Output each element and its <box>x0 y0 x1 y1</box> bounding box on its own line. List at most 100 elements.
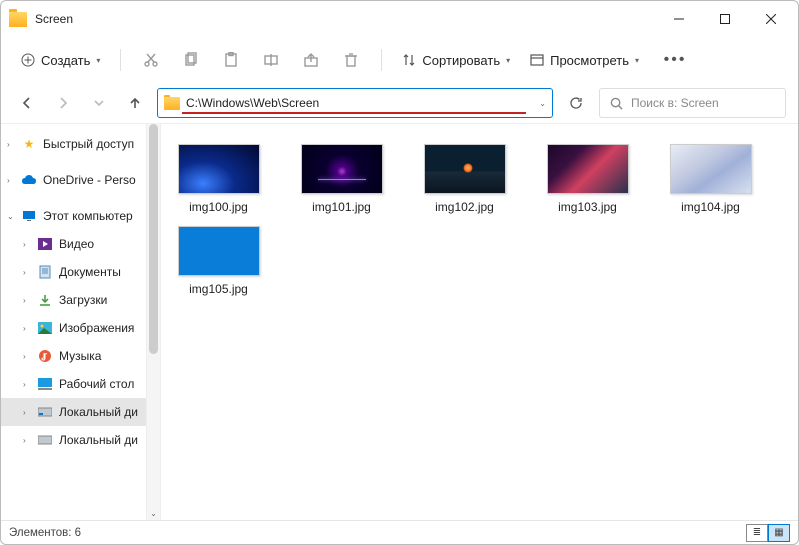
sidebar-item-quick-access[interactable]: ›★Быстрый доступ <box>1 130 160 158</box>
sidebar-item-onedrive[interactable]: ›OneDrive - Perso <box>1 166 160 194</box>
sidebar-item-label: Музыка <box>59 349 101 363</box>
share-button[interactable] <box>293 44 329 76</box>
window-title: Screen <box>35 12 73 26</box>
item-count: Элементов: 6 <box>9 527 81 539</box>
delete-button[interactable] <box>333 44 369 76</box>
file-item[interactable]: img102.jpg <box>417 144 512 214</box>
folder-icon <box>9 12 27 27</box>
file-name: img103.jpg <box>558 200 617 214</box>
window-controls <box>656 3 794 35</box>
sidebar-item-this-pc[interactable]: ⌄Этот компьютер <box>1 202 160 230</box>
sidebar-item-label: Документы <box>59 265 121 279</box>
file-item[interactable]: img105.jpg <box>171 226 266 296</box>
sidebar-item-label: OneDrive - Perso <box>43 173 136 187</box>
create-button[interactable]: Создать ▾ <box>13 49 108 72</box>
scrollbar-down[interactable]: ⌄ <box>147 506 160 520</box>
sidebar-item-documents[interactable]: ›Документы <box>1 258 160 286</box>
chevron-right-icon: › <box>23 240 33 249</box>
drive-icon <box>37 404 53 420</box>
chevron-right-icon: › <box>23 436 33 445</box>
sidebar-item-music[interactable]: ›Музыка <box>1 342 160 370</box>
view-icon <box>530 53 544 67</box>
folder-icon <box>164 97 180 110</box>
desktop-icon <box>37 376 53 392</box>
recent-button[interactable] <box>85 89 113 117</box>
navigation-pane: ›★Быстрый доступ ›OneDrive - Perso ⌄Этот… <box>1 124 161 520</box>
refresh-button[interactable] <box>561 88 591 118</box>
chevron-down-icon: ▾ <box>506 56 510 65</box>
download-icon <box>37 292 53 308</box>
chevron-down-icon[interactable]: ⌄ <box>539 99 546 108</box>
sidebar-item-label: Этот компьютер <box>43 209 133 223</box>
pc-icon <box>21 208 37 224</box>
minimize-button[interactable] <box>656 3 702 35</box>
address-input[interactable]: C:\Windows\Web\Screen ⌄ <box>157 88 553 118</box>
drive-icon <box>37 432 53 448</box>
sort-icon <box>402 53 416 67</box>
sidebar-scrollbar[interactable]: ⌄ <box>146 124 160 520</box>
details-view-button[interactable]: ≣ <box>746 524 768 542</box>
copy-button[interactable] <box>173 44 209 76</box>
file-thumbnail <box>301 144 383 194</box>
sidebar-item-label: Загрузки <box>59 293 107 307</box>
rename-button[interactable] <box>253 44 289 76</box>
main-area: ›★Быстрый доступ ›OneDrive - Perso ⌄Этот… <box>1 123 798 520</box>
sidebar-item-local-disk[interactable]: › Локальный ди <box>1 426 160 454</box>
maximize-button[interactable] <box>702 3 748 35</box>
title-bar: Screen <box>1 1 798 37</box>
cloud-icon <box>21 172 37 188</box>
sidebar-item-video[interactable]: ›Видео <box>1 230 160 258</box>
chevron-right-icon: › <box>23 324 33 333</box>
paste-button[interactable] <box>213 44 249 76</box>
sidebar-item-local-disk[interactable]: › Локальный ди <box>1 398 160 426</box>
file-item[interactable]: img101.jpg <box>294 144 389 214</box>
file-thumbnail <box>670 144 752 194</box>
chevron-right-icon: › <box>23 296 33 305</box>
file-list[interactable]: img100.jpg img101.jpg img102.jpg img103.jpg… <box>161 124 798 520</box>
document-icon <box>37 264 53 280</box>
search-input[interactable]: Поиск в: Screen <box>599 88 786 118</box>
file-thumbnail <box>178 226 260 276</box>
file-thumbnail <box>424 144 506 194</box>
file-name: img104.jpg <box>681 200 740 214</box>
close-button[interactable] <box>748 3 794 35</box>
file-thumbnail <box>547 144 629 194</box>
sidebar-item-label: Локальный ди <box>59 405 138 419</box>
sidebar-item-label: Изображения <box>59 321 134 335</box>
file-name: img101.jpg <box>312 200 371 214</box>
create-label: Создать <box>41 53 90 68</box>
scrollbar-thumb[interactable] <box>149 124 158 354</box>
file-item[interactable]: img104.jpg <box>663 144 758 214</box>
file-name: img105.jpg <box>189 282 248 296</box>
sidebar-item-label: Быстрый доступ <box>43 137 134 151</box>
file-item[interactable]: img103.jpg <box>540 144 635 214</box>
sidebar-item-pictures[interactable]: › Изображения <box>1 314 160 342</box>
address-path: C:\Windows\Web\Screen <box>186 96 539 110</box>
more-button[interactable]: ••• <box>657 44 693 76</box>
forward-button[interactable] <box>49 89 77 117</box>
back-button[interactable] <box>13 89 41 117</box>
toolbar: Создать ▾ Сортировать ▾ Просмотреть ▾ ••… <box>1 37 798 83</box>
chevron-right-icon: › <box>23 408 33 417</box>
music-icon <box>37 348 53 364</box>
picture-icon <box>37 320 53 336</box>
view-button[interactable]: Просмотреть ▾ <box>522 49 647 72</box>
up-button[interactable] <box>121 89 149 117</box>
star-icon: ★ <box>21 136 37 152</box>
sidebar-item-label: Локальный ди <box>59 433 138 447</box>
thumbnails-view-button[interactable]: ▦ <box>768 524 790 542</box>
search-icon <box>610 97 623 110</box>
file-item[interactable]: img100.jpg <box>171 144 266 214</box>
sort-button[interactable]: Сортировать ▾ <box>394 49 518 72</box>
chevron-down-icon: ▾ <box>96 56 100 65</box>
sidebar-item-desktop[interactable]: ›Рабочий стол <box>1 370 160 398</box>
chevron-down-icon: ▾ <box>635 56 639 65</box>
address-bar: C:\Windows\Web\Screen ⌄ Поиск в: Screen <box>1 83 798 123</box>
plus-circle-icon <box>21 53 35 67</box>
video-icon <box>37 236 53 252</box>
cut-button[interactable] <box>133 44 169 76</box>
view-label: Просмотреть <box>550 53 629 68</box>
chevron-right-icon: › <box>23 380 33 389</box>
sidebar-item-downloads[interactable]: › Загрузки <box>1 286 160 314</box>
toolbar-separator <box>381 49 382 71</box>
